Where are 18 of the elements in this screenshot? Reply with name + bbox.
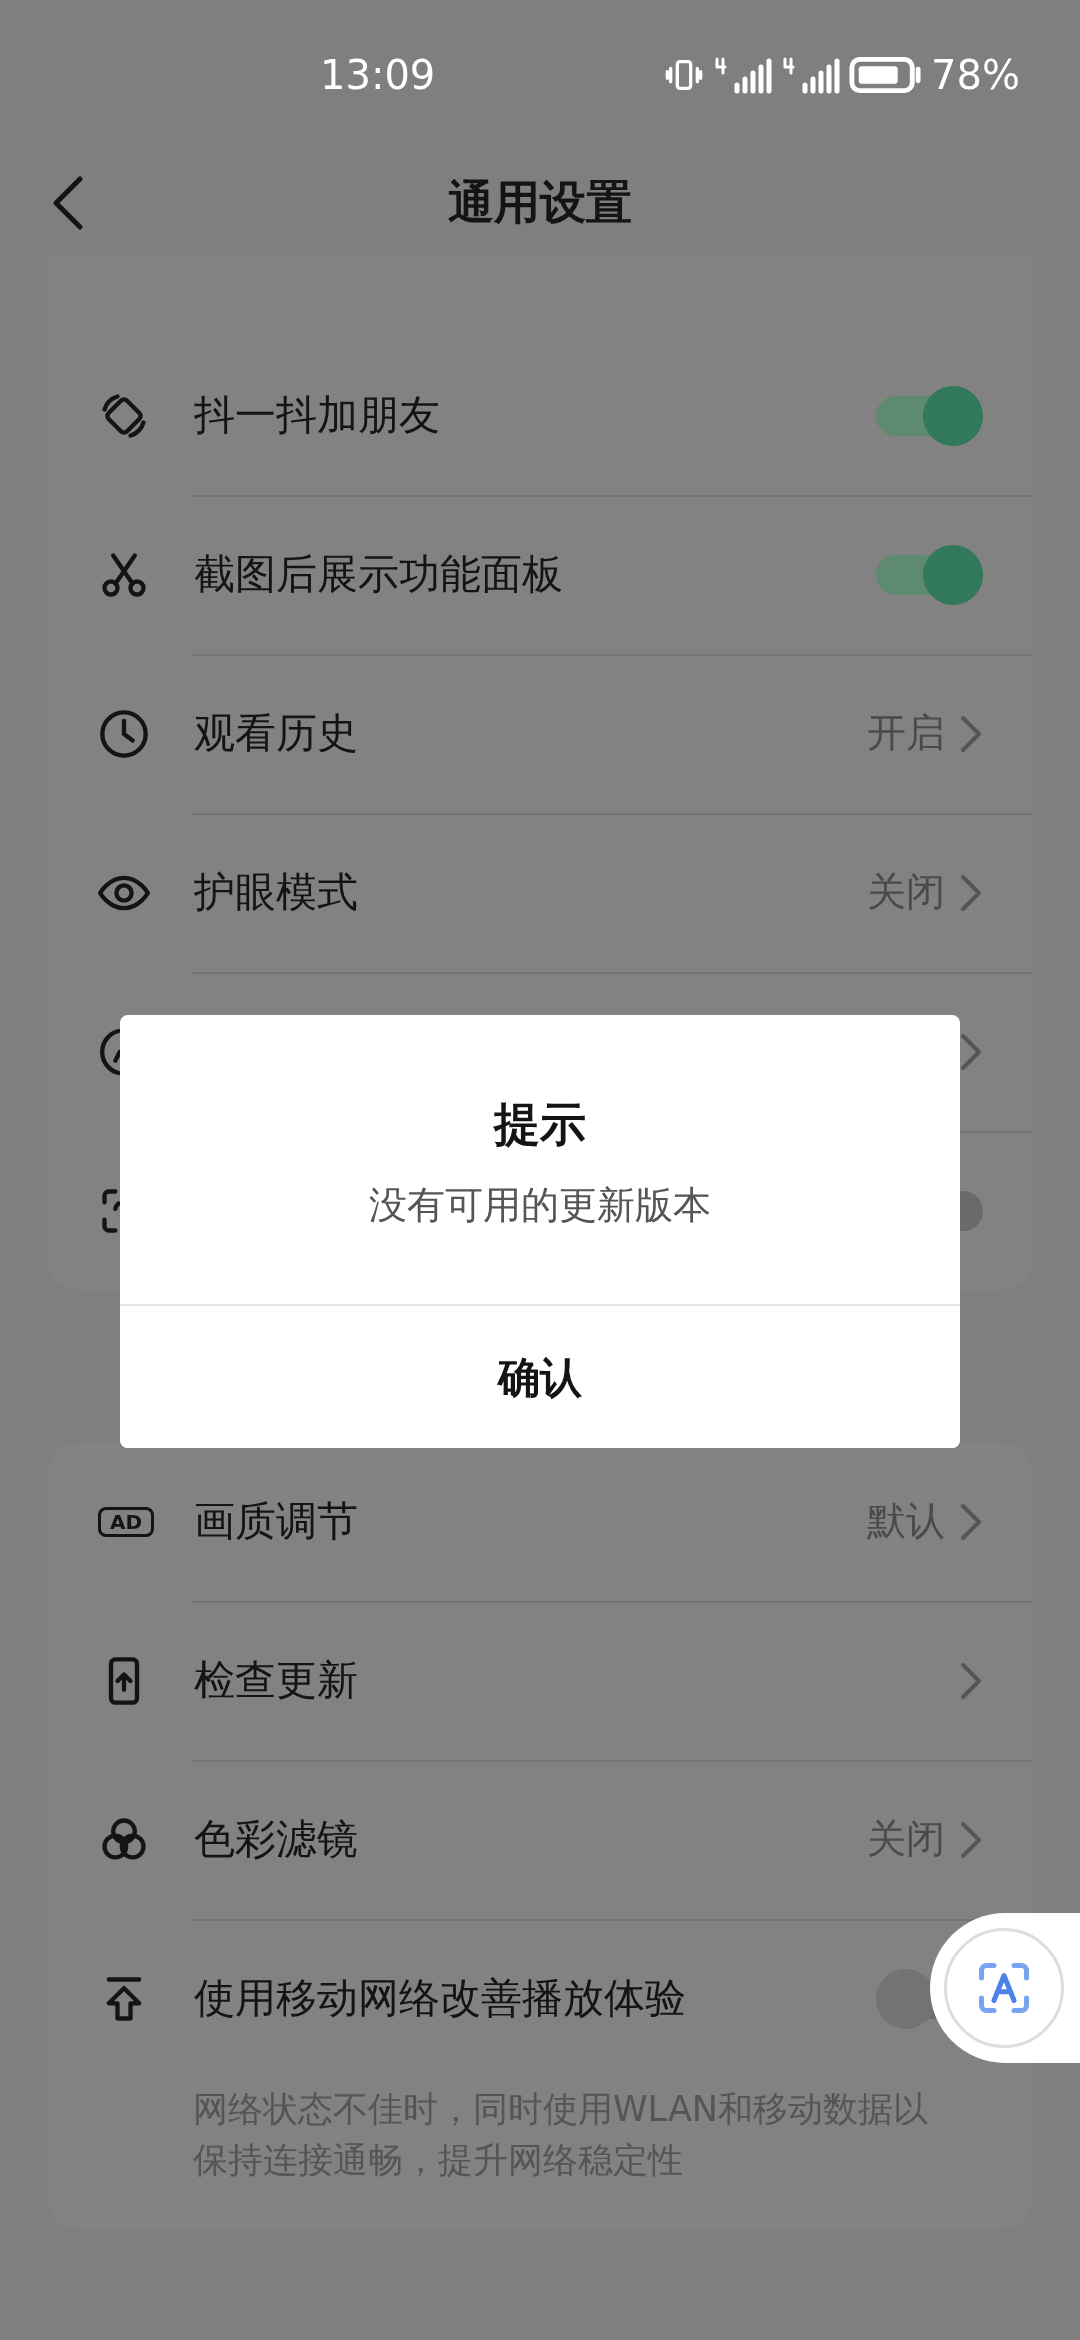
page-title: 通用设置 <box>448 174 632 231</box>
setting-label: 使用移动网络改善播放体验 <box>194 1972 687 2024</box>
setting-value: 开启 <box>867 709 945 758</box>
setting-label: 色彩滤镜 <box>194 1813 359 1865</box>
status-time: 13:09 <box>320 51 436 100</box>
battery-level: 78% <box>931 51 1020 100</box>
setting-value: 关闭 <box>867 1815 945 1864</box>
setting-label: 检查更新 <box>194 1654 359 1706</box>
dialog-message: 没有可用的更新版本 <box>369 1182 711 1229</box>
setting-label: 画质调节 <box>194 1495 359 1547</box>
setting-label: 抖一抖加朋友 <box>194 389 441 441</box>
ad-icon: AD <box>98 1506 154 1537</box>
setting-value: 默认 <box>867 1497 945 1546</box>
setting-label: 护眼模式 <box>194 866 359 918</box>
dialog-title: 提示 <box>494 1096 586 1153</box>
setting-label: 观看历史 <box>194 707 359 759</box>
setting-label: 截图后展示功能面板 <box>194 548 564 600</box>
setting-value: 关闭 <box>867 868 945 917</box>
